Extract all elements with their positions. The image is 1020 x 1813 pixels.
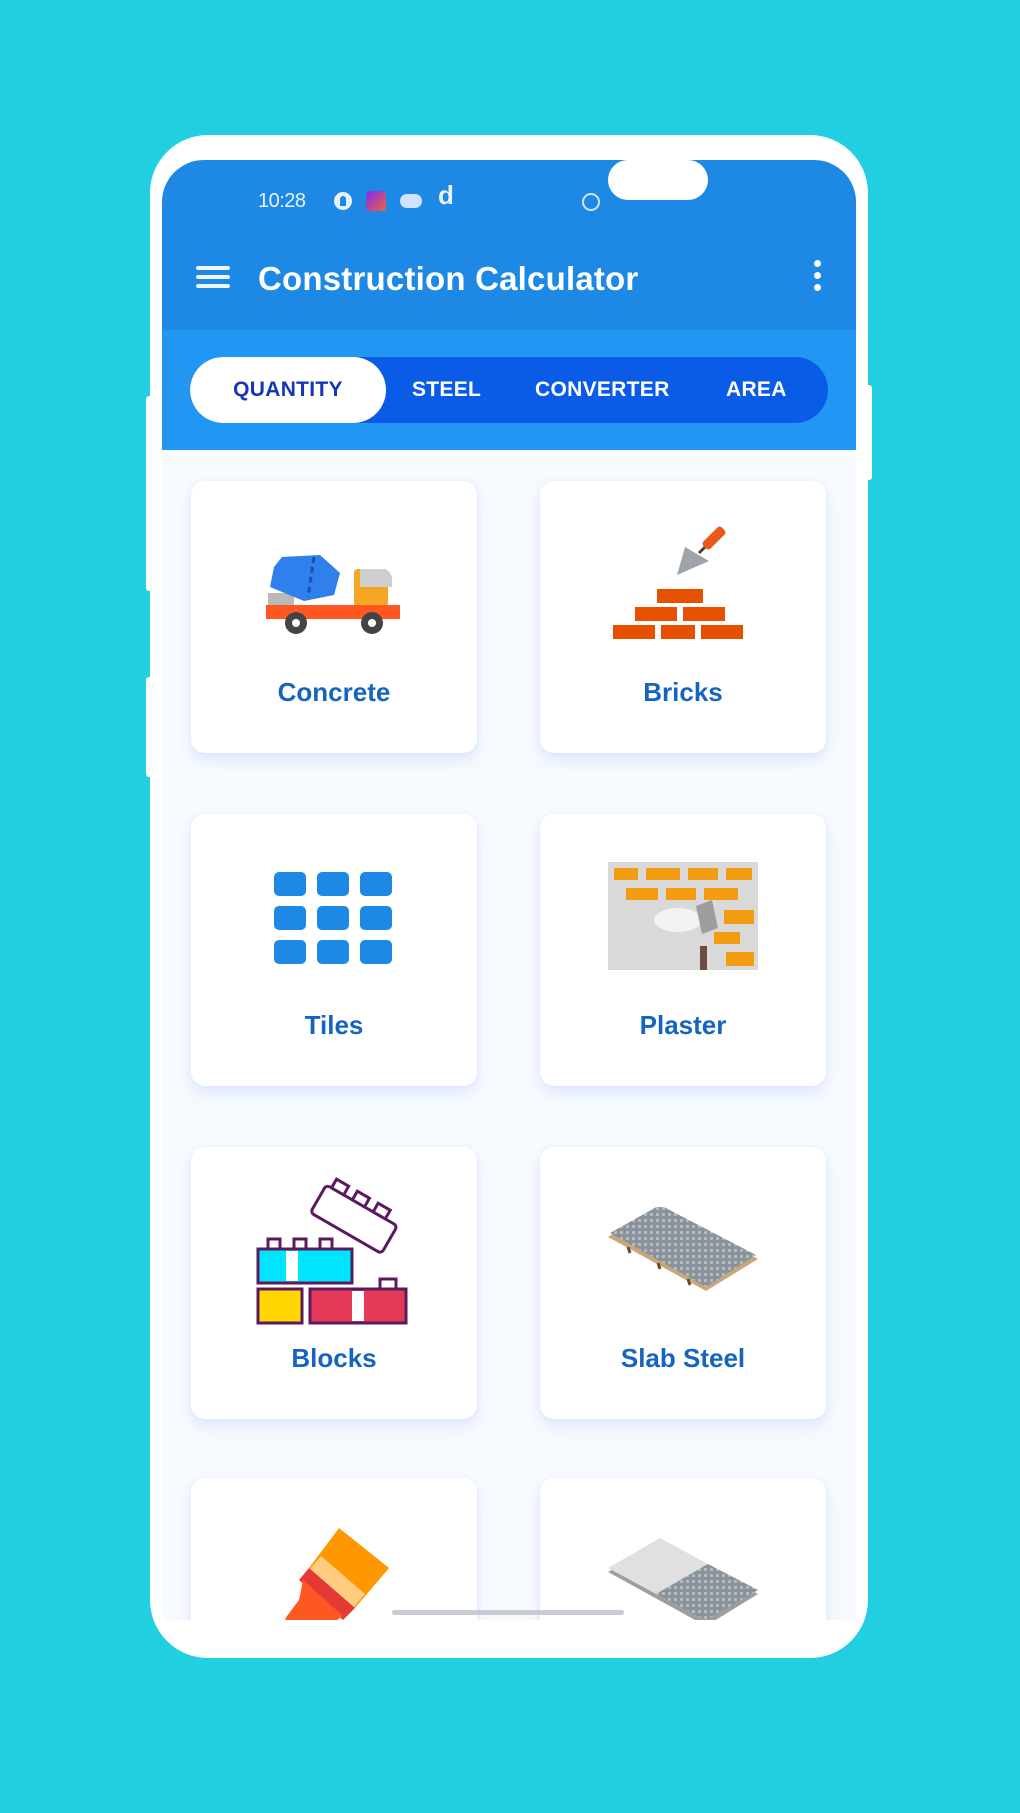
card-label: Concrete: [277, 677, 391, 707]
alarm-icon: [582, 193, 600, 211]
blocks-icon: [256, 1177, 408, 1325]
camera-cutout: [608, 160, 708, 200]
app-notification-icon: [366, 191, 386, 211]
facebook-icon: [334, 192, 352, 210]
card-concrete[interactable]: Concrete: [191, 481, 477, 753]
toolbar: Construction Calculator: [162, 220, 856, 330]
card-label: Bricks: [643, 677, 723, 707]
card-slab-steel[interactable]: Slab Steel: [540, 1147, 826, 1419]
plaster-wall-icon: [608, 862, 758, 970]
tab-band: QUANTITY STEEL CONVERTER AREA: [162, 330, 856, 450]
app-screen: 10:28 d Construction Calculator QUANTITY…: [162, 160, 856, 1620]
d-icon: d: [438, 180, 454, 210]
more-vert-icon[interactable]: [814, 260, 822, 294]
tiles-grid-icon: [274, 872, 392, 964]
tab-converter[interactable]: CONVERTER: [535, 357, 670, 423]
app-bar: 10:28 d Construction Calculator: [162, 160, 856, 330]
status-time: 10:28: [258, 190, 306, 212]
tab-area[interactable]: AREA: [726, 357, 787, 423]
tab-steel[interactable]: STEEL: [412, 357, 481, 423]
card-label: Slab Steel: [620, 1343, 746, 1373]
cloud-icon: [400, 194, 422, 208]
home-indicator[interactable]: [392, 1610, 624, 1615]
card-label: Tiles: [304, 1010, 364, 1040]
hamburger-menu-icon[interactable]: [196, 266, 230, 288]
slab-steel-mesh-icon: [608, 1207, 758, 1291]
tab-quantity[interactable]: QUANTITY: [190, 357, 386, 423]
paint-brush-icon: [284, 1528, 389, 1620]
card-label: Blocks: [291, 1343, 377, 1373]
card-blocks[interactable]: Blocks: [191, 1147, 477, 1419]
slab-concrete-icon: [608, 1538, 758, 1620]
card-plaster[interactable]: Plaster: [540, 814, 826, 1086]
bricks-trowel-icon: [613, 526, 743, 639]
card-bricks[interactable]: Bricks: [540, 481, 826, 753]
card-label: Plaster: [639, 1010, 727, 1040]
tab-bar: QUANTITY STEEL CONVERTER AREA: [190, 357, 828, 423]
app-title: Construction Calculator: [258, 260, 639, 297]
concrete-mixer-truck-icon: [266, 555, 400, 634]
card-tiles[interactable]: Tiles: [191, 814, 477, 1086]
card-slab[interactable]: [540, 1478, 826, 1620]
card-paint[interactable]: [191, 1478, 477, 1620]
